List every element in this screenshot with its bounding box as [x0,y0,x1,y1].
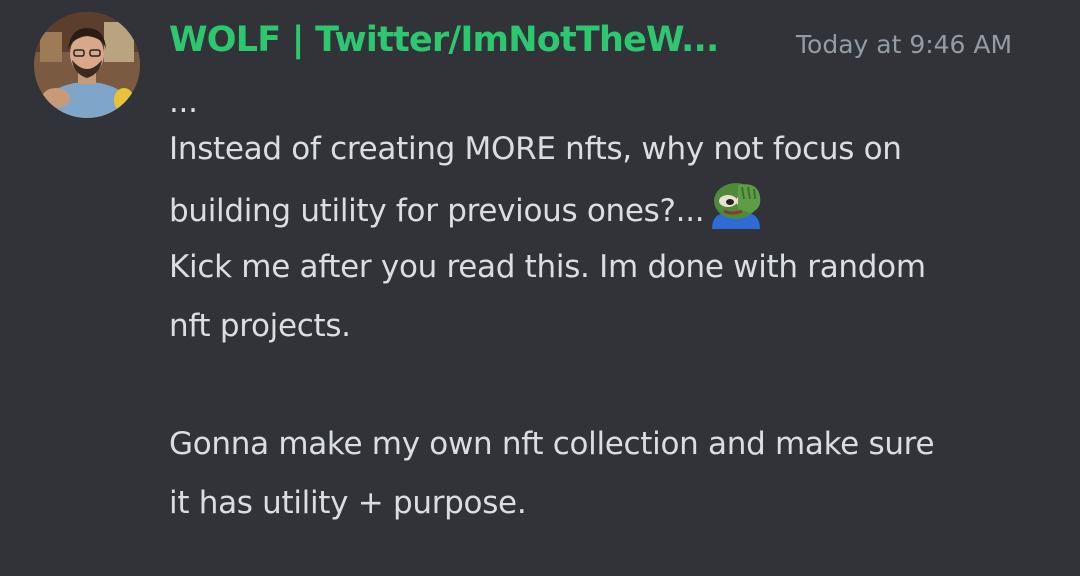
avatar-photo [34,12,140,118]
facepalm-pepe-emoji[interactable] [708,179,764,231]
message-line: it has utility + purpose. [169,485,527,521]
message-line: Instead of creating MORE nfts, why not f… [169,131,902,167]
message-line: Gonna make my own nft collection and mak… [169,426,935,462]
user-avatar[interactable] [34,12,140,118]
chat-message: WOLF | Twitter/ImNotTheW... Today at 9:4… [0,0,1080,576]
message-line: Kick me after you read this. Im done wit… [169,249,926,285]
message-content: ... Instead of creating MORE nfts, why n… [169,84,1049,533]
message-line: nft projects. [169,308,351,344]
username[interactable]: WOLF | Twitter/ImNotTheW... [169,20,719,60]
timestamp[interactable]: Today at 9:46 AM [796,30,1012,59]
message-line-text: building utility for previous ones?... [169,193,705,229]
message-line: ... [169,84,198,120]
message-line-with-emoji: building utility for previous ones?... [169,179,1049,238]
